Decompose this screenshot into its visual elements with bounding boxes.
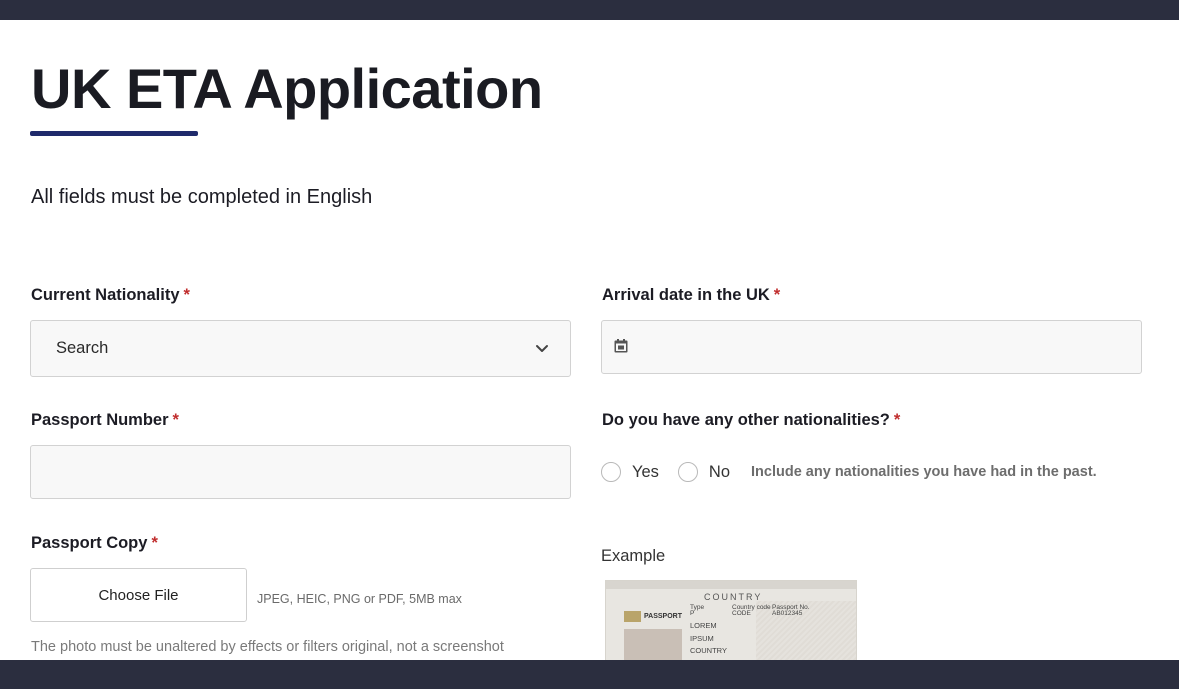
passport-number-input[interactable] — [30, 445, 571, 499]
passport-number-value-sample: AB012345 — [772, 610, 803, 617]
page-subtitle: All fields must be completed in English — [31, 186, 373, 208]
radio-no-label[interactable]: No — [709, 463, 730, 482]
passport-copy-label: Passport Copy * — [31, 534, 158, 553]
other-nationalities-options: Yes No Include any nationalities you hav… — [601, 460, 1097, 484]
nationality-select[interactable]: Search — [30, 320, 571, 377]
required-marker: * — [151, 534, 158, 552]
passport-photo — [624, 629, 682, 660]
passport-code-value: CODE — [732, 610, 751, 617]
radio-yes[interactable] — [601, 462, 621, 482]
passport-chip-icon — [624, 611, 641, 622]
page-title: UK ETA Application — [31, 57, 543, 120]
photo-requirement-note: The photo must be unaltered by effects o… — [31, 639, 504, 655]
passport-surname: LOREM — [690, 621, 717, 630]
passport-number-label-text: Passport Number — [31, 411, 169, 429]
example-label: Example — [601, 547, 666, 565]
example-passport-image: COUNTRY PASSPORT Type P Country code COD… — [605, 580, 857, 660]
passport-brand: PASSPORT — [624, 611, 682, 622]
top-bar — [0, 0, 1179, 20]
title-underline — [30, 131, 198, 136]
radio-yes-label[interactable]: Yes — [632, 463, 659, 482]
passport-nationality: COUNTRY — [690, 646, 727, 655]
required-marker: * — [893, 411, 901, 429]
passport-copy-label-text: Passport Copy — [31, 534, 148, 552]
other-nationalities-label: Do you have any other nationalities? * — [602, 411, 900, 430]
file-format-hint: JPEG, HEIC, PNG or PDF, 5MB max — [257, 592, 462, 606]
bottom-bar — [0, 660, 1179, 689]
required-marker: * — [773, 286, 781, 304]
nationality-label-text: Current Nationality — [31, 286, 180, 304]
passport-word: PASSPORT — [644, 613, 682, 620]
choose-file-button[interactable]: Choose File — [30, 568, 247, 622]
nationality-label: Current Nationality * — [31, 286, 190, 305]
passport-band — [606, 581, 856, 589]
other-nationalities-label-text: Do you have any other nationalities? — [602, 411, 890, 429]
required-marker: * — [172, 411, 179, 429]
required-marker: * — [183, 286, 190, 304]
arrival-date-label-text: Arrival date in the UK — [602, 286, 770, 304]
calendar-icon — [614, 339, 628, 353]
chevron-down-icon — [536, 345, 548, 352]
arrival-date-input[interactable] — [601, 320, 1142, 374]
passport-country: COUNTRY — [704, 592, 763, 602]
passport-given-name: IPSUM — [690, 634, 714, 643]
application-page: UK ETA Application All fields must be co… — [0, 20, 1179, 660]
passport-number-label: Passport Number * — [31, 411, 179, 430]
nationality-select-value: Search — [56, 339, 109, 357]
passport-type-value: P — [690, 610, 695, 617]
arrival-date-label: Arrival date in the UK * — [602, 286, 780, 305]
other-nationalities-hint: Include any nationalities you have had i… — [751, 464, 1097, 480]
radio-no[interactable] — [677, 462, 698, 482]
